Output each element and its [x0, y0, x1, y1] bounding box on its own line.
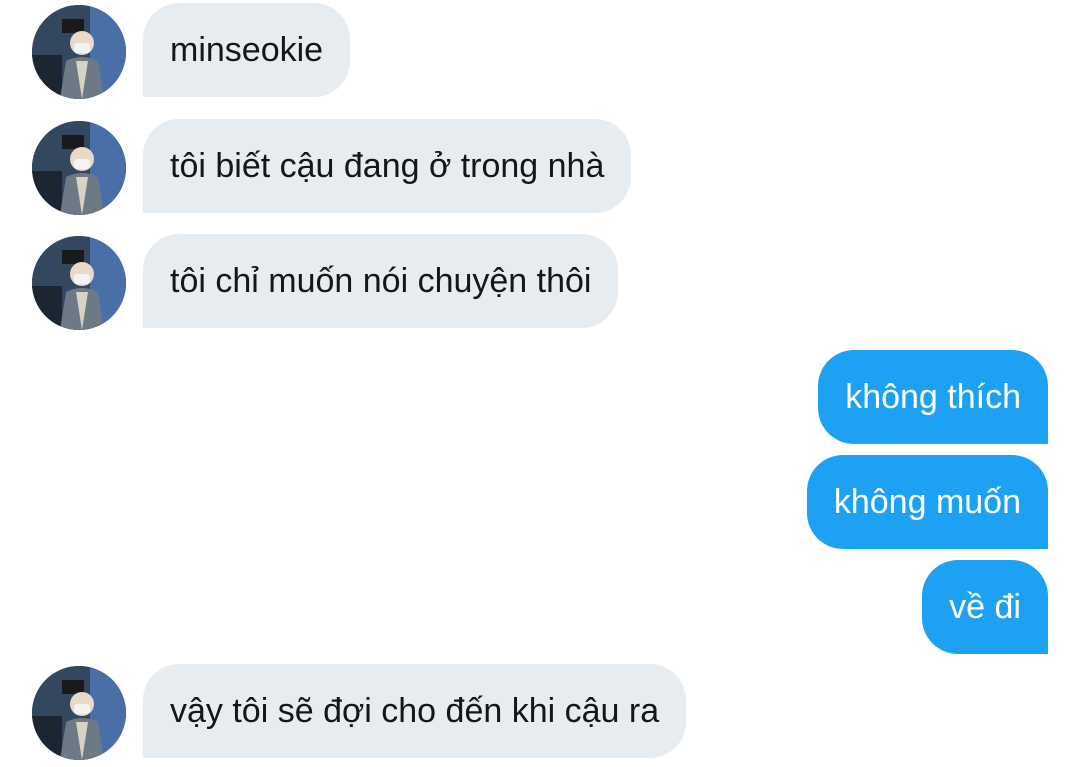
message-row-incoming: vậy tôi sẽ đợi cho đến khi cậu ra [0, 664, 1080, 760]
user-avatar[interactable] [32, 666, 126, 760]
message-text: không muốn [833, 483, 1021, 521]
message-text: tôi chỉ muốn nói chuyện thôi [170, 262, 592, 300]
message-text: không thích [845, 378, 1021, 416]
chat-thread: minseokie tôi biết cậu đang ở trong nhà [0, 0, 1080, 767]
message-bubble-incoming[interactable]: minseokie [143, 3, 351, 97]
message-bubble-incoming[interactable]: tôi chỉ muốn nói chuyện thôi [143, 234, 619, 328]
message-text: tôi biết cậu đang ở trong nhà [170, 147, 605, 185]
message-row-incoming: tôi biết cậu đang ở trong nhà [0, 119, 1080, 215]
message-text: vậy tôi sẽ đợi cho đến khi cậu ra [170, 692, 660, 730]
message-bubble-outgoing[interactable]: về đi [922, 560, 1048, 654]
message-text: minseokie [170, 31, 324, 69]
message-bubble-outgoing[interactable]: không thích [818, 350, 1048, 444]
message-row-incoming: minseokie [0, 3, 1080, 99]
message-row-outgoing: không thích [0, 350, 1080, 446]
message-bubble-incoming[interactable]: vậy tôi sẽ đợi cho đến khi cậu ra [143, 664, 687, 758]
message-bubble-incoming[interactable]: tôi biết cậu đang ở trong nhà [143, 119, 632, 213]
message-bubble-outgoing[interactable]: không muốn [806, 455, 1048, 549]
message-row-outgoing: không muốn [0, 455, 1080, 551]
user-avatar[interactable] [32, 121, 126, 215]
user-avatar[interactable] [32, 5, 126, 99]
message-row-outgoing: về đi [0, 560, 1080, 656]
message-text: về đi [949, 588, 1021, 626]
user-avatar[interactable] [32, 236, 126, 330]
message-row-incoming: tôi chỉ muốn nói chuyện thôi [0, 234, 1080, 330]
